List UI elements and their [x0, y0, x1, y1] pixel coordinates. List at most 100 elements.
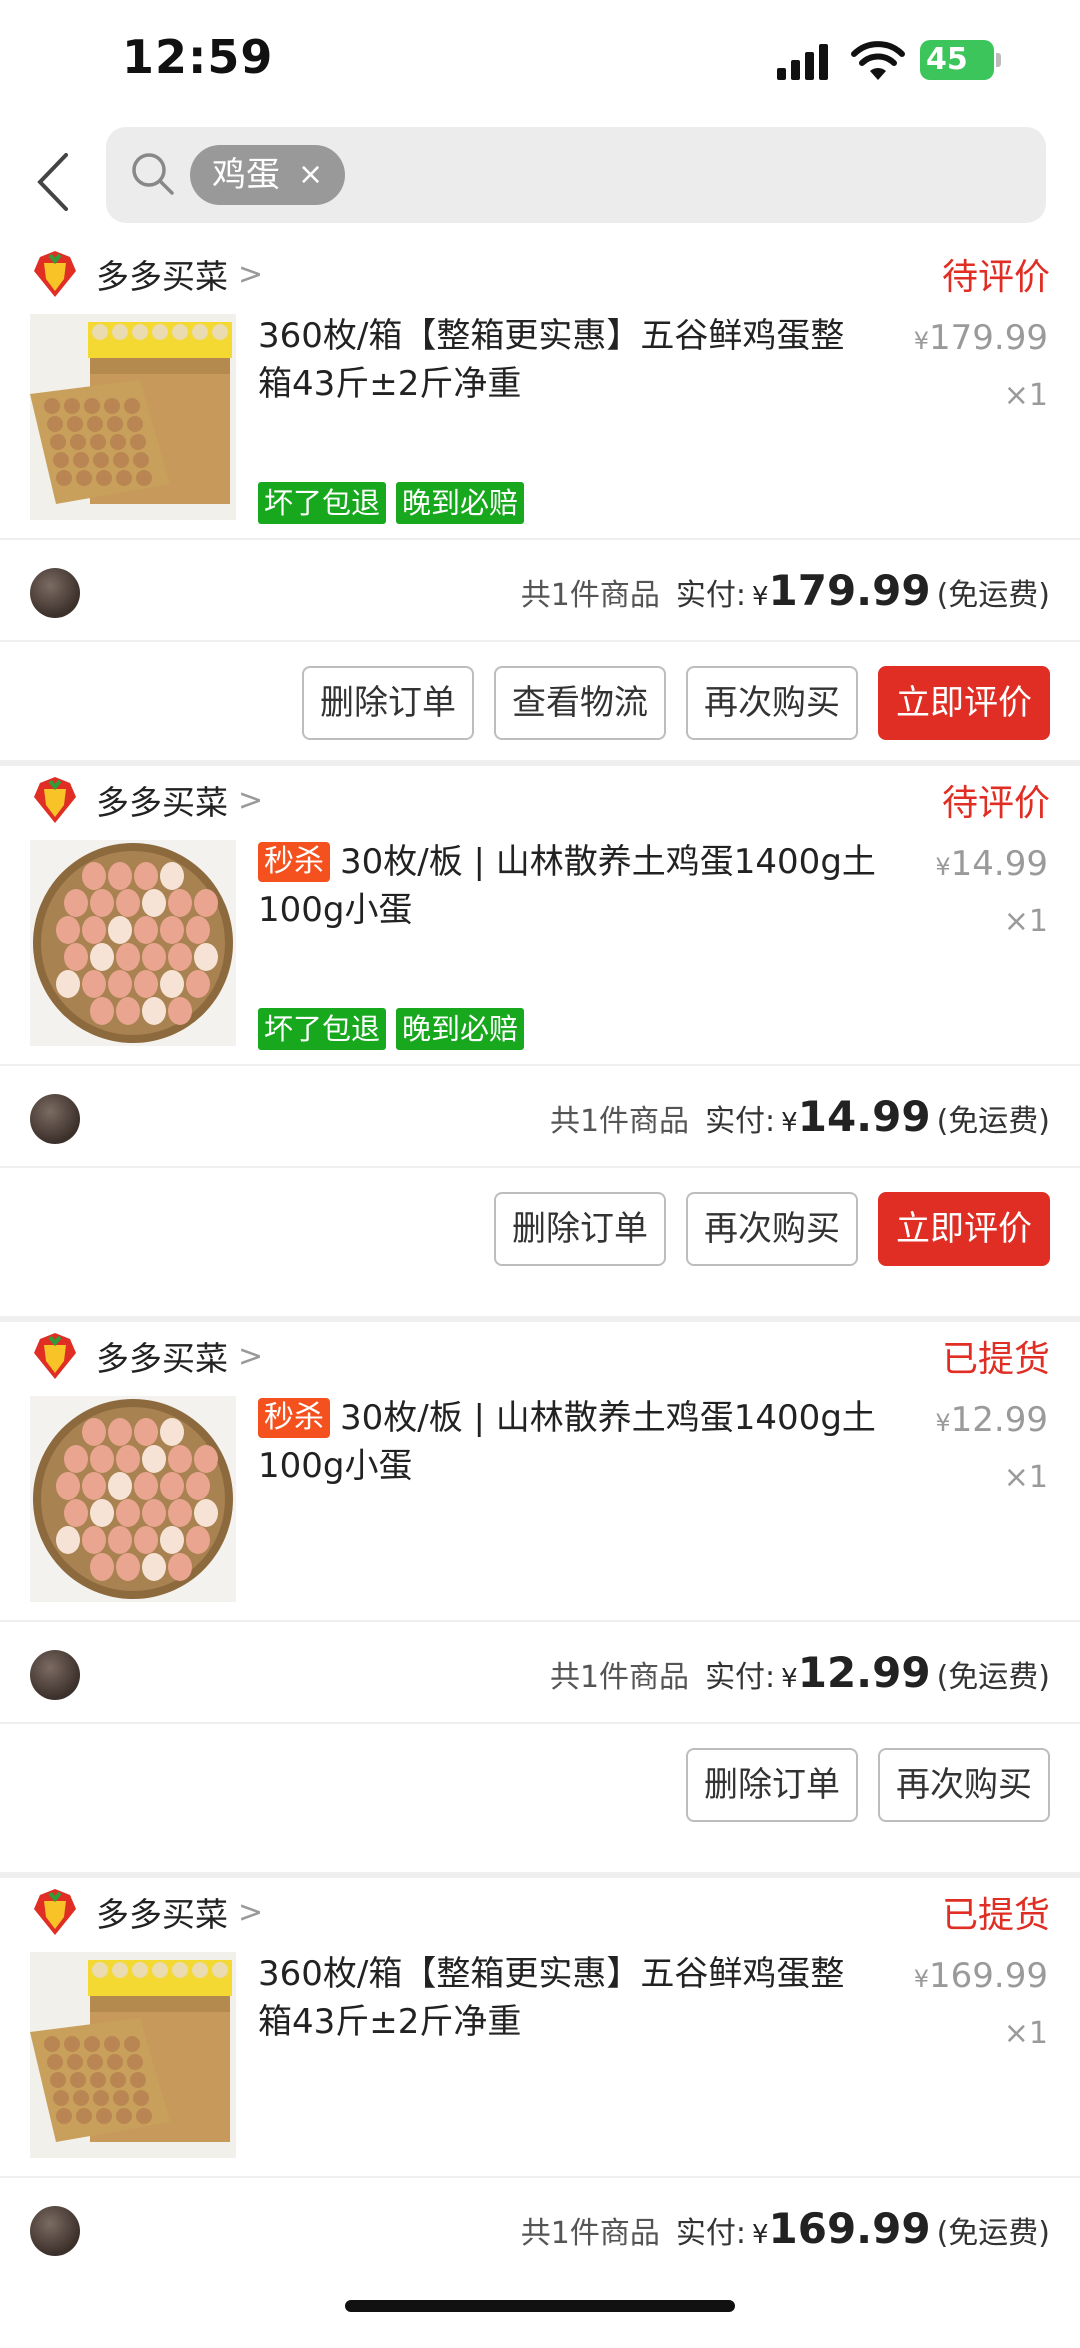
- delete-order-button[interactable]: 删除订单: [686, 1748, 858, 1822]
- order-actions: 删除订单 再次购买: [686, 1748, 1050, 1822]
- buy-again-button[interactable]: 再次购买: [686, 1192, 858, 1266]
- order-card[interactable]: 多多买菜 > 待评价 秒杀 30枚/板 | 山林散养土鸡蛋1400g土100g小蛋…: [0, 766, 1080, 1316]
- currency: ¥: [751, 2220, 769, 2250]
- currency: ¥: [751, 582, 769, 612]
- clear-keyword-button[interactable]: ×: [298, 145, 323, 205]
- divider: [0, 640, 1080, 642]
- item-count: 共1件商品: [549, 1104, 690, 1139]
- product-title[interactable]: 360枚/箱【整箱更实惠】五谷鲜鸡蛋整箱43斤±2斤净重: [258, 312, 878, 408]
- shop-link[interactable]: 多多买菜 >: [30, 1328, 263, 1384]
- divider: [0, 2176, 1080, 2178]
- service-tag: 坏了包退: [258, 1008, 387, 1050]
- order-actions: 删除订单 再次购买 立即评价: [494, 1192, 1050, 1266]
- service-tags: 坏了包退 晚到必赔: [258, 1008, 525, 1050]
- search-keyword-chip[interactable]: 鸡蛋 ×: [190, 145, 346, 205]
- delete-order-button[interactable]: 删除订单: [302, 666, 474, 740]
- shop-logo-icon: [34, 777, 76, 823]
- avatar: [30, 1094, 80, 1144]
- search-header: 鸡蛋 ×: [0, 125, 1080, 240]
- order-summary: 共1件商品 实付: ¥ 12.99 (免运费): [550, 1648, 1050, 1697]
- order-status: 已提货: [941, 1339, 1050, 1380]
- divider: [0, 1166, 1080, 1168]
- product-title[interactable]: 秒杀 30枚/板 | 山林散养土鸡蛋1400g土100g小蛋: [258, 1394, 878, 1490]
- quantity: ×1: [1003, 2016, 1048, 2051]
- product-title[interactable]: 360枚/箱【整箱更实惠】五谷鲜鸡蛋整箱43斤±2斤净重: [258, 1950, 878, 2046]
- view-logistics-button[interactable]: 查看物流: [494, 666, 666, 740]
- unit-price: ¥12.99: [935, 1400, 1048, 1440]
- review-now-button[interactable]: 立即评价: [878, 1192, 1050, 1266]
- item-count: 共1件商品: [520, 2216, 660, 2251]
- delete-order-button[interactable]: 删除订单: [494, 1192, 666, 1266]
- product-image[interactable]: [30, 1952, 236, 2158]
- unit-price: ¥179.99: [913, 318, 1048, 358]
- shipping-note: (免运费): [936, 1104, 1050, 1139]
- product-title[interactable]: 秒杀 30枚/板 | 山林散养土鸡蛋1400g土100g小蛋: [258, 838, 878, 934]
- currency: ¥: [781, 1664, 798, 1694]
- currency: ¥: [781, 1108, 798, 1138]
- paid-amount: 12.99: [797, 1648, 931, 1697]
- shop-name: 多多买菜: [96, 1895, 228, 1934]
- shipping-note: (免运费): [936, 1660, 1050, 1695]
- shipping-note: (免运费): [936, 2216, 1050, 2251]
- product-thumb[interactable]: [30, 840, 236, 1046]
- order-summary: 共1件商品 实付: ¥ 169.99 (免运费): [521, 2204, 1050, 2253]
- buy-again-button[interactable]: 再次购买: [878, 1748, 1050, 1822]
- quantity: ×1: [1003, 378, 1048, 413]
- home-indicator: [345, 2300, 735, 2312]
- paid-amount: 14.99: [797, 1092, 931, 1141]
- paid-label: 实付:: [705, 1104, 776, 1139]
- unit-price: ¥169.99: [913, 1956, 1048, 1996]
- shop-link[interactable]: 多多买菜 >: [30, 772, 263, 828]
- unit-price-value: 14.99: [950, 844, 1048, 884]
- status-time: 12:59: [122, 30, 274, 84]
- paid-label: 实付:: [705, 1660, 776, 1695]
- quantity: ×1: [1003, 1460, 1048, 1495]
- product-image[interactable]: [30, 314, 236, 520]
- product-image[interactable]: [30, 1396, 236, 1602]
- product-image[interactable]: [30, 840, 236, 1046]
- unit-price-value: 12.99: [950, 1400, 1048, 1440]
- order-actions: 删除订单 查看物流 再次购买 立即评价: [302, 666, 1050, 740]
- order-card[interactable]: 多多买菜 > 已提货 秒杀 30枚/板 | 山林散养土鸡蛋1400g土100g小蛋…: [0, 1322, 1080, 1872]
- unit-price-value: 179.99: [929, 318, 1048, 358]
- shop-link[interactable]: 多多买菜 >: [30, 246, 263, 302]
- service-tags: 坏了包退 晚到必赔: [258, 482, 525, 524]
- item-count: 共1件商品: [549, 1660, 690, 1695]
- chevron-right-icon: >: [238, 782, 264, 818]
- order-card[interactable]: 多多买菜 > 待评价 360枚/箱【整箱更实惠】五谷鲜鸡蛋整箱43斤±2斤净重 …: [0, 240, 1080, 760]
- divider: [0, 538, 1080, 540]
- item-count: 共1件商品: [520, 578, 660, 613]
- search-keyword: 鸡蛋: [212, 155, 280, 195]
- search-bar[interactable]: 鸡蛋 ×: [106, 127, 1046, 223]
- product-thumb[interactable]: [30, 1952, 236, 2158]
- product-thumb[interactable]: [30, 1396, 236, 1602]
- order-status: 待评价: [941, 783, 1050, 824]
- shop-logo-icon: [34, 251, 76, 297]
- signal-icon: [777, 44, 828, 80]
- divider: [0, 1620, 1080, 1622]
- search-icon: [132, 153, 174, 195]
- product-title-text: 360枚/箱【整箱更实惠】五谷鲜鸡蛋整箱43斤±2斤净重: [258, 316, 845, 404]
- service-tag: 坏了包退: [258, 482, 387, 524]
- product-thumb[interactable]: [30, 314, 236, 520]
- unit-price-value: 169.99: [929, 1956, 1048, 1996]
- back-icon[interactable]: [30, 147, 74, 217]
- shop-logo-icon: [34, 1333, 76, 1379]
- service-tag: 晚到必赔: [396, 1008, 525, 1050]
- avatar: [30, 2206, 80, 2256]
- review-now-button[interactable]: 立即评价: [878, 666, 1050, 740]
- status-bar: 12:59 45: [0, 0, 1080, 125]
- order-card[interactable]: 多多买菜 > 已提货 360枚/箱【整箱更实惠】五谷鲜鸡蛋整箱43斤±2斤净重 …: [0, 1878, 1080, 2348]
- buy-again-button[interactable]: 再次购买: [686, 666, 858, 740]
- product-title-text: 360枚/箱【整箱更实惠】五谷鲜鸡蛋整箱43斤±2斤净重: [258, 1954, 845, 2042]
- wifi-icon: [851, 41, 905, 80]
- shop-link[interactable]: 多多买菜 >: [30, 1884, 263, 1940]
- service-tag: 晚到必赔: [396, 482, 525, 524]
- chevron-right-icon: >: [238, 1338, 264, 1374]
- order-status: 已提货: [941, 1895, 1050, 1936]
- unit-price: ¥14.99: [935, 844, 1048, 884]
- avatar: [30, 1650, 80, 1700]
- shop-logo-icon: [34, 1889, 76, 1935]
- quantity: ×1: [1003, 904, 1048, 939]
- order-summary: 共1件商品 实付: ¥ 179.99 (免运费): [521, 566, 1050, 615]
